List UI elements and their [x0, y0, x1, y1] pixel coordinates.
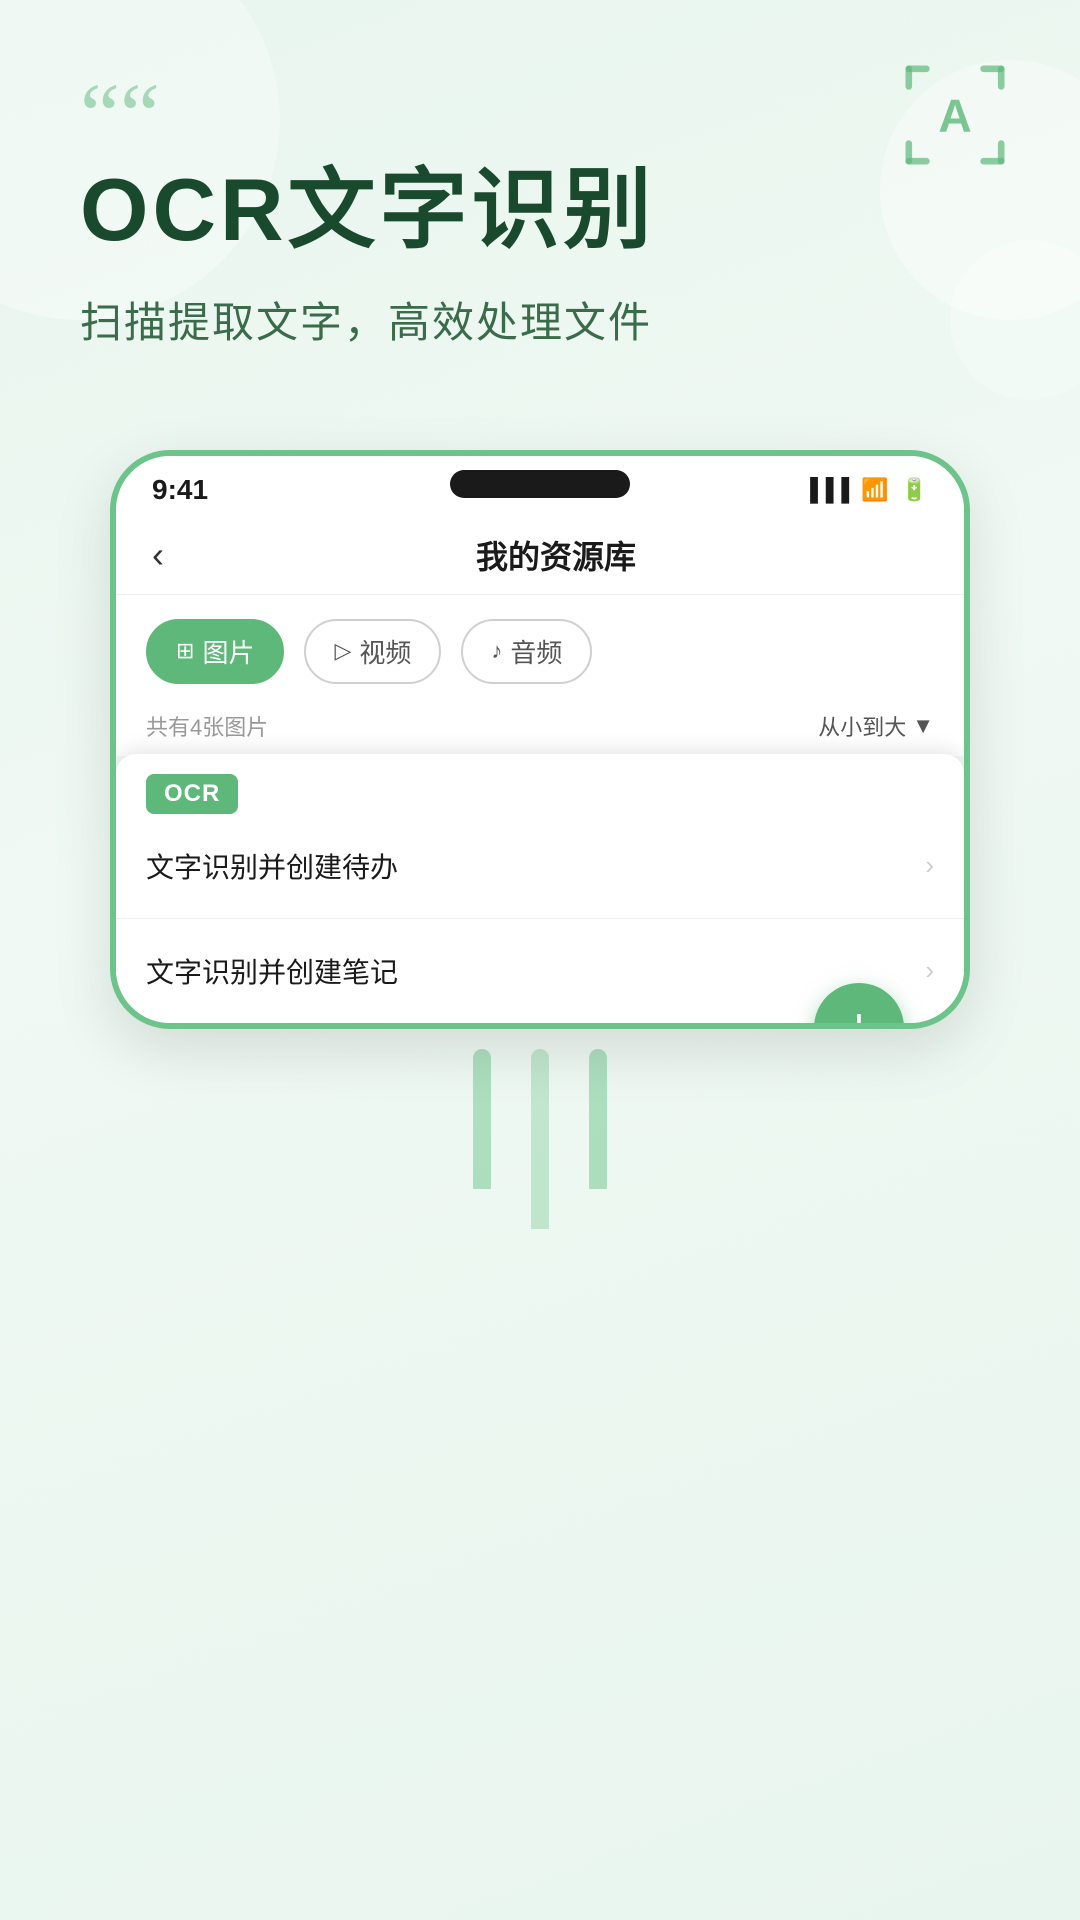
- bottom-bar-1: [473, 1049, 491, 1189]
- tab-video[interactable]: ▷ 视频: [304, 619, 441, 684]
- sort-button[interactable]: 从小到大 ▼: [818, 710, 934, 742]
- note-chevron-icon: ›: [925, 955, 934, 986]
- tab-audio[interactable]: ♪ 音频: [461, 619, 592, 684]
- phone-frame: 9:41 ▐▐▐ 📶 🔋 ‹ 我的资源库 ⊞ 图片 ▷ 视频 ♪: [110, 450, 970, 1029]
- wifi-icon: 📶: [861, 477, 888, 503]
- ocr-todo-text: 文字识别并创建待办: [146, 846, 398, 886]
- tab-images[interactable]: ⊞ 图片: [146, 619, 284, 684]
- bottom-bar-3: [589, 1049, 607, 1189]
- status-time: 9:41: [152, 474, 208, 506]
- bottom-bar-2: [531, 1049, 549, 1229]
- image-tab-icon: ⊞: [176, 638, 194, 664]
- ocr-menu-todo[interactable]: 文字识别并创建待办 ›: [116, 814, 964, 919]
- sort-label: 从小到大: [818, 710, 906, 742]
- header-area: ““ OCR文字识别 扫描提取文字，高效处理文件: [0, 0, 1080, 390]
- video-tab-icon: ▷: [334, 638, 351, 664]
- fab-plus-icon: +: [844, 1001, 873, 1029]
- ocr-icon-top: A: [900, 60, 1010, 170]
- phone-nav: ‹ 我的资源库: [116, 516, 964, 595]
- battery-icon: 🔋: [901, 477, 928, 503]
- status-icons: ▐▐▐ 📶 🔋: [802, 477, 928, 503]
- tab-filters: ⊞ 图片 ▷ 视频 ♪ 音频: [116, 595, 964, 700]
- dynamic-island: [450, 470, 630, 498]
- audio-tab-icon: ♪: [491, 638, 502, 664]
- sort-chevron-icon: ▼: [912, 713, 934, 739]
- ocr-sheet-header: OCR: [116, 754, 964, 814]
- file-count: 共有4张图片: [146, 710, 268, 742]
- phone-mockup: 9:41 ▐▐▐ 📶 🔋 ‹ 我的资源库 ⊞ 图片 ▷ 视频 ♪: [110, 450, 970, 1029]
- quote-mark: ““: [80, 80, 1000, 152]
- tab-audio-label: 音频: [510, 633, 562, 670]
- back-button[interactable]: ‹: [152, 534, 164, 576]
- bottom-bars: [0, 1049, 1080, 1229]
- file-info-bar: 共有4张图片 从小到大 ▼: [116, 700, 964, 756]
- ocr-sheet-label: OCR: [146, 774, 238, 814]
- signal-icon: ▐▐▐: [802, 477, 849, 503]
- tab-video-label: 视频: [359, 633, 411, 670]
- subtitle: 扫描提取文字，高效处理文件: [80, 289, 1000, 350]
- todo-chevron-icon: ›: [925, 850, 934, 881]
- tab-images-label: 图片: [202, 633, 254, 670]
- ocr-bottom-sheet: OCR 文字识别并创建待办 › 文字识别并创建笔记 ›: [116, 754, 964, 1023]
- nav-title: 我的资源库: [184, 532, 928, 578]
- bottom-area: [0, 1029, 1080, 1229]
- ocr-note-text: 文字识别并创建笔记: [146, 951, 398, 991]
- main-title: OCR文字识别: [80, 162, 1000, 259]
- svg-text:A: A: [938, 90, 971, 142]
